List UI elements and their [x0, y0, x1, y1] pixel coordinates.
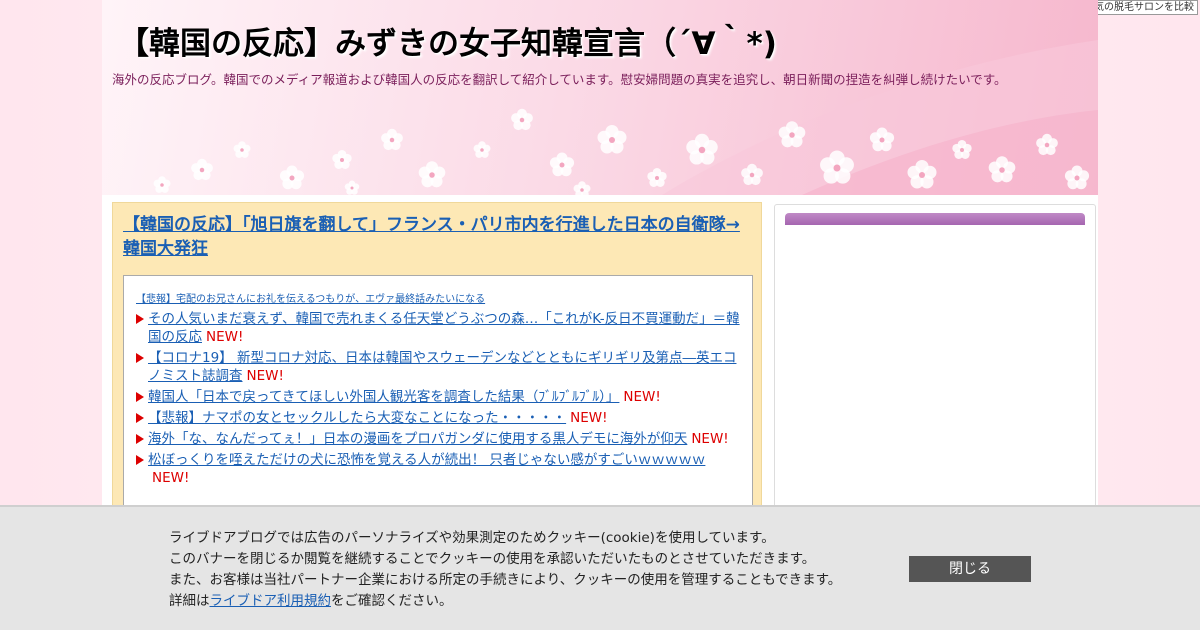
triangle-bullet-icon	[136, 314, 144, 324]
cookie-line-1: ライブドアブログでは広告のパーソナライズや効果測定のためクッキー(cookie)…	[169, 530, 775, 546]
feed-item-link[interactable]: 【悲報】ナマポの女とセックルしたら大変なことになった・・・・・	[148, 410, 566, 426]
cookie-line-4-suffix: をご確認ください。	[331, 593, 453, 609]
article-title-link[interactable]: 【韓国の反応】「旭日旗を翻して」フランス・パリ市内を行進した日本の自衛隊→韓国大…	[123, 213, 755, 261]
site-title[interactable]: 【韓国の反応】みずきの女子知韓宣言（´∀｀*)	[118, 18, 777, 63]
cookie-line-2: このバナーを閉じるか閲覧を継続することでクッキーの使用を承認いただいたものとさせ…	[169, 551, 816, 567]
terms-link[interactable]: ライブドア利用規約	[210, 593, 332, 609]
new-badge: NEW!	[206, 329, 244, 345]
feed-item-link[interactable]: 海外「な、なんだってぇ！」日本の漫画をプロパガンダに使用する黒人デモに海外が仰天	[148, 431, 687, 447]
triangle-bullet-icon	[136, 413, 144, 423]
ad-badge-text: 人気の脱毛サロンを比較	[1084, 2, 1194, 13]
feed-item-link[interactable]: 韓国人「日本で戻ってきてほしい外国人観光客を調査した結果（ﾌﾞﾙﾌﾞﾙﾌﾞﾙ）」	[148, 389, 619, 405]
sidebar-header-bar	[785, 213, 1085, 225]
list-item: 【悲報】ナマポの女とセックルしたら大変なことになった・・・・・ NEW!	[136, 409, 742, 427]
cookie-line-4: 詳細はライブドア利用規約をご確認ください。	[169, 591, 841, 612]
feed-top-link[interactable]: 【悲報】宅配のお兄さんにお礼を伝えるつもりが、エヴァ最終話みたいになる	[136, 290, 742, 305]
new-badge: NEW!	[570, 410, 608, 426]
triangle-bullet-icon	[136, 353, 144, 363]
new-badge: NEW!	[691, 431, 729, 447]
new-badge: NEW!	[246, 368, 284, 384]
blog-header: 【韓国の反応】みずきの女子知韓宣言（´∀｀*) 海外の反応ブログ。韓国でのメディ…	[102, 0, 1098, 195]
cookie-banner: ライブドアブログでは広告のパーソナライズや効果測定のためクッキー(cookie)…	[0, 505, 1200, 630]
triangle-bullet-icon	[136, 392, 144, 402]
cookie-message: ライブドアブログでは広告のパーソナライズや効果測定のためクッキー(cookie)…	[169, 528, 841, 612]
list-item: 松ぼっくりを咥えただけの犬に恐怖を覚える人が続出！ 只者じゃない感がすごいｗｗｗ…	[136, 451, 742, 487]
cookie-close-button[interactable]: 閉じる	[909, 556, 1031, 582]
feed-item-link[interactable]: 【コロナ19】 新型コロナ対応、日本は韓国やスウェーデンなどとともにギリギリ及第…	[148, 350, 736, 384]
cookie-line-3: また、お客様は当社パートナー企業における所定の手続きにより、クッキーの使用を管理…	[169, 572, 842, 588]
cookie-line-4-prefix: 詳細は	[169, 593, 210, 609]
list-item: 韓国人「日本で戻ってきてほしい外国人観光客を調査した結果（ﾌﾞﾙﾌﾞﾙﾌﾞﾙ）」…	[136, 388, 742, 406]
new-badge: NEW!	[623, 389, 661, 405]
site-description: 海外の反応ブログ。韓国でのメディア報道および韓国人の反応を翻訳して紹介しています…	[112, 72, 1007, 87]
list-item: その人気いまだ衰えず、韓国で売れまくる任天堂どうぶつの森…「これがK-反日不買運…	[136, 310, 742, 346]
triangle-bullet-icon	[136, 455, 144, 465]
list-item: 海外「な、なんだってぇ！」日本の漫画をプロパガンダに使用する黒人デモに海外が仰天…	[136, 430, 742, 448]
new-badge: NEW!	[152, 470, 190, 486]
list-item: 【コロナ19】 新型コロナ対応、日本は韓国やスウェーデンなどとともにギリギリ及第…	[136, 349, 742, 385]
triangle-bullet-icon	[136, 434, 144, 444]
feed-item-link[interactable]: 松ぼっくりを咥えただけの犬に恐怖を覚える人が続出！ 只者じゃない感がすごいｗｗｗ…	[148, 452, 705, 468]
